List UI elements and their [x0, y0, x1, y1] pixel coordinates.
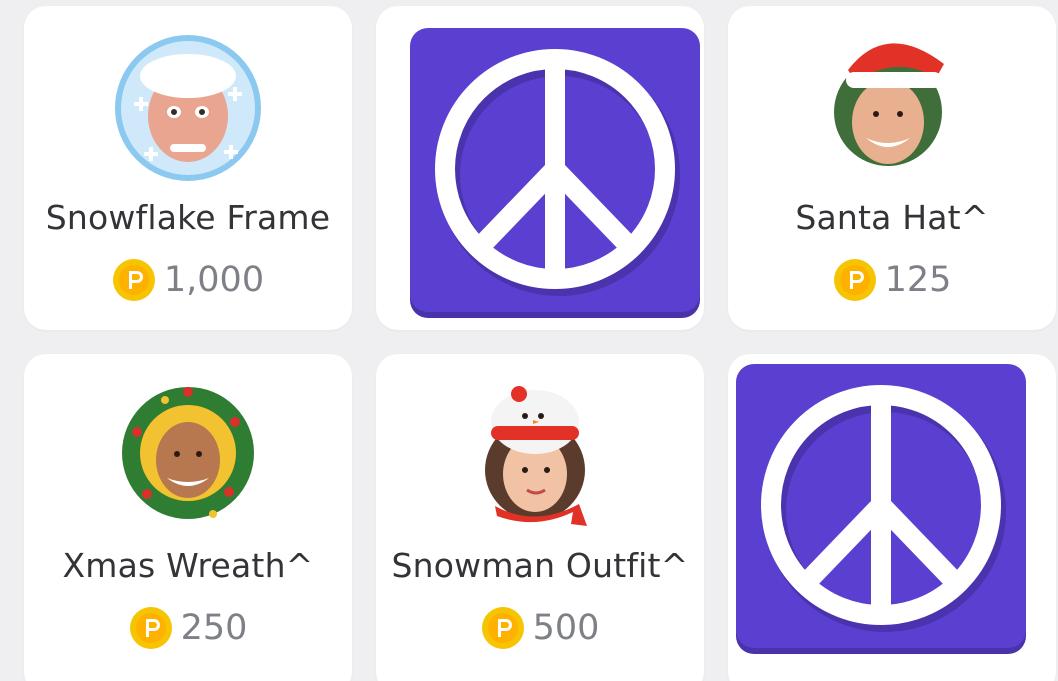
shop-item-snowflake-frame[interactable]: Snowflake Frame 1,000 [24, 6, 352, 330]
peace-sign-tile[interactable] [376, 6, 704, 330]
item-title: Snowman Outfit^ [391, 546, 689, 585]
item-price: 125 [728, 258, 1056, 302]
coin-p-icon [112, 259, 155, 301]
peace-sign-icon [410, 28, 700, 318]
shop-grid: Snowflake Frame 1,000 Santa Hat^ 125 Xma… [0, 0, 1058, 681]
item-title: Santa Hat^ [795, 198, 989, 237]
shop-item-santa-hat[interactable]: Santa Hat^ 125 [728, 6, 1056, 330]
coin-p-icon [129, 607, 172, 649]
item-price: 250 [24, 606, 352, 650]
snowflake-frame-avatar [114, 34, 262, 182]
xmas-wreath-avatar [117, 382, 259, 524]
peace-sign-icon [736, 364, 1026, 654]
price-value: 250 [180, 608, 248, 648]
santa-hat-avatar [826, 30, 976, 170]
peace-sign-tile[interactable] [728, 354, 1056, 681]
item-title: Xmas Wreath^ [62, 546, 314, 585]
snowman-outfit-avatar [475, 378, 605, 530]
price-value: 1,000 [163, 260, 265, 300]
coin-p-icon [481, 607, 524, 649]
item-price: 500 [376, 606, 704, 650]
price-value: 500 [532, 608, 600, 648]
price-value: 125 [884, 260, 952, 300]
item-title: Snowflake Frame [45, 198, 331, 237]
item-price: 1,000 [24, 258, 352, 302]
shop-item-xmas-wreath[interactable]: Xmas Wreath^ 250 [24, 354, 352, 681]
shop-item-snowman-outfit[interactable]: Snowman Outfit^ 500 [376, 354, 704, 681]
coin-p-icon [833, 259, 876, 301]
